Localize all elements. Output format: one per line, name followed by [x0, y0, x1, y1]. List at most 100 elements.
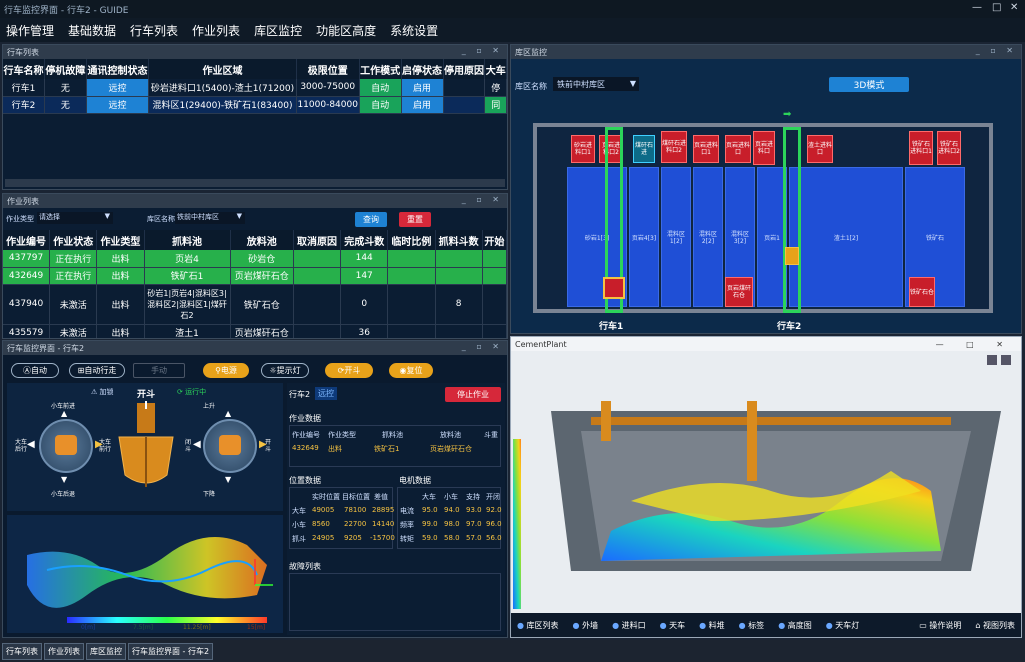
legend-item[interactable]: ● 进料口: [612, 620, 646, 631]
table-row[interactable]: 435579 未激活 出料 渣土1 页岩煤矸石仓 36: [3, 324, 507, 338]
arrow-left-icon[interactable]: ◀: [193, 439, 201, 450]
crane2-frame[interactable]: [783, 127, 801, 313]
horizontal-scrollbar[interactable]: [5, 179, 505, 187]
power-button[interactable]: ⚲ 电源: [203, 363, 249, 378]
auto-mode-button[interactable]: 自动: [359, 79, 402, 97]
silo-box[interactable]: 铁矿石仓: [909, 277, 935, 307]
col-header[interactable]: 临时比例: [387, 230, 436, 250]
enable-button[interactable]: 启用: [401, 79, 444, 97]
col-header[interactable]: 抓料池: [144, 230, 231, 250]
col-header[interactable]: 作业区域: [148, 59, 297, 79]
bay-mix1[interactable]: 混料区1[2]: [661, 167, 691, 307]
menu-yard-monitor[interactable]: 库区监控: [254, 22, 302, 39]
menu-settings[interactable]: 系统设置: [390, 22, 438, 39]
yard-map[interactable]: 砂岩1[3] 页岩4[3] 混料区1[2] 混料区2[2] 混料区3[2] 页岩…: [533, 109, 993, 313]
col-header[interactable]: 大车: [484, 59, 507, 79]
col-header[interactable]: 通讯控制状态: [86, 59, 150, 79]
legend-item[interactable]: ● 高度图: [778, 620, 812, 631]
panel-buttons[interactable]: _ ▫ ✕: [976, 46, 1017, 55]
remote-control-button[interactable]: 远控: [86, 96, 150, 114]
taskbar-crane-list[interactable]: 行车列表: [2, 642, 42, 660]
area-select[interactable]: 铁前中村库区 ▼: [175, 212, 245, 224]
table-row[interactable]: 行车1 无 远控 砂岩进料口1(5400)-渣土1(71200) 3000-75…: [3, 79, 507, 97]
mode-badge[interactable]: 远控: [315, 387, 337, 400]
table-row[interactable]: 437940 未激活 出料 砂岩1|页岩4|混料区3|混料区2|混料区1|煤矸石2 铁矿…: [3, 284, 507, 325]
taskbar-job-list[interactable]: 作业列表: [44, 642, 84, 660]
col-header[interactable]: 作业状态: [49, 230, 98, 250]
stop-job-button[interactable]: 停止作业: [445, 387, 501, 402]
arrow-up-icon[interactable]: ▲: [61, 409, 67, 418]
panel-buttons[interactable]: _ ▫ ✕: [462, 46, 503, 55]
indicator-button[interactable]: ☼ 提示灯: [261, 363, 309, 378]
col-header[interactable]: 行车名称: [3, 59, 45, 79]
col-header[interactable]: 作业类型: [96, 230, 145, 250]
table-row[interactable]: 437797 正在执行 出料 页岩4 砂岩仓 144: [3, 250, 507, 268]
menu-basic-data[interactable]: 基础数据: [68, 22, 116, 39]
job-type-select[interactable]: 请选择 ▼: [37, 212, 113, 224]
menu-operation[interactable]: 操作管理: [6, 22, 54, 39]
col-header[interactable]: 工作模式: [359, 59, 402, 79]
arrow-down-icon[interactable]: ▼: [61, 475, 67, 484]
menu-crane-list[interactable]: 行车列表: [130, 22, 178, 39]
col-header[interactable]: 开始: [482, 230, 507, 250]
feed-port[interactable]: 页岩进料口: [753, 131, 775, 165]
feed-port[interactable]: 铁矿石进料口2: [937, 131, 961, 165]
panel-buttons[interactable]: _ ▫ ✕: [462, 195, 503, 204]
close-button[interactable]: ✕: [1010, 2, 1018, 13]
open-grab-button[interactable]: ⟳ 开斗: [325, 363, 373, 378]
pointcloud-view[interactable]: 0[m] 7.5[m] 11.25[m] 15[m]: [7, 515, 283, 633]
auto-mode-button[interactable]: 自动: [359, 96, 402, 114]
taskbar-crane-monitor[interactable]: 行车监控界面 - 行车2: [128, 642, 214, 660]
window-controls[interactable]: — □ ✕: [936, 340, 1013, 349]
col-header[interactable]: 启停状态: [401, 59, 444, 79]
reset-button[interactable]: 重置: [399, 212, 431, 227]
view-toggle-icon[interactable]: [987, 355, 997, 365]
col-header[interactable]: 抓料斗数: [435, 230, 483, 250]
legend-item[interactable]: ● 外墙: [573, 620, 599, 631]
col-header[interactable]: 作业编号: [3, 230, 51, 250]
feed-port[interactable]: 煤矸石进: [633, 135, 655, 163]
legend-item[interactable]: ● 天车: [660, 620, 686, 631]
query-button[interactable]: 查询: [355, 212, 387, 227]
col-header[interactable]: 完成斗数: [340, 230, 389, 250]
feed-port[interactable]: 渣土进料口: [807, 135, 833, 163]
fault-list-box[interactable]: [289, 573, 501, 631]
view-toggle-icon[interactable]: [1001, 355, 1011, 365]
reset-button[interactable]: ◉ 复位: [389, 363, 433, 378]
menu-job-list[interactable]: 作业列表: [192, 22, 240, 39]
feed-port[interactable]: 页岩进料口: [725, 135, 751, 163]
legend-item[interactable]: ● 库区列表: [517, 620, 559, 631]
remote-control-button[interactable]: 远控: [86, 79, 150, 97]
feed-port[interactable]: 砂岩进料口1: [571, 135, 595, 163]
table-row[interactable]: 432649 正在执行 出料 铁矿石1 页岩煤矸石仓 147: [3, 267, 507, 285]
minimize-button[interactable]: —: [972, 2, 982, 13]
area-select[interactable]: 铁前中村库区 ▼: [553, 77, 639, 91]
arrow-left-icon[interactable]: ◀: [27, 439, 35, 450]
view-list-button[interactable]: ⌂ 视图列表: [975, 620, 1015, 631]
col-header[interactable]: 极限位置: [296, 59, 360, 79]
3d-viewport[interactable]: [511, 351, 1021, 613]
legend-item[interactable]: ● 天车灯: [826, 620, 860, 631]
col-header[interactable]: 取消原因: [293, 230, 342, 250]
arrow-down-icon[interactable]: ▼: [225, 475, 231, 484]
maximize-button[interactable]: □: [992, 2, 1001, 13]
help-button[interactable]: ▭ 操作说明: [919, 620, 961, 631]
auto-walk-button[interactable]: ⊞ 自动行走: [69, 363, 125, 378]
col-header[interactable]: 放料池: [230, 230, 294, 250]
manual-button[interactable]: 手动: [133, 363, 185, 378]
legend-item[interactable]: ● 标签: [739, 620, 765, 631]
menu-zone-height[interactable]: 功能区高度: [316, 22, 376, 39]
col-header[interactable]: 停机故障: [44, 59, 87, 79]
auto-button[interactable]: Ⓐ 自动: [11, 363, 59, 378]
arrow-right-icon[interactable]: ▶: [95, 439, 103, 450]
bay-mix2[interactable]: 混料区2[2]: [693, 167, 723, 307]
silo-box[interactable]: 页岩煤矸石仓: [725, 277, 753, 307]
3d-mode-button[interactable]: 3D模式: [829, 77, 909, 92]
arrow-up-icon[interactable]: ▲: [225, 409, 231, 418]
feed-port[interactable]: 煤矸石进料口2: [661, 131, 687, 163]
legend-item[interactable]: ● 料堆: [699, 620, 725, 631]
feed-port[interactable]: 铁矿石进料口1: [909, 131, 933, 165]
arrow-right-icon[interactable]: ▶: [259, 439, 267, 450]
table-row[interactable]: 行车2 无 远控 混料区1(29400)-铁矿石1(83400) 11000-8…: [3, 96, 507, 114]
feed-port[interactable]: 页岩进料口1: [693, 135, 719, 163]
